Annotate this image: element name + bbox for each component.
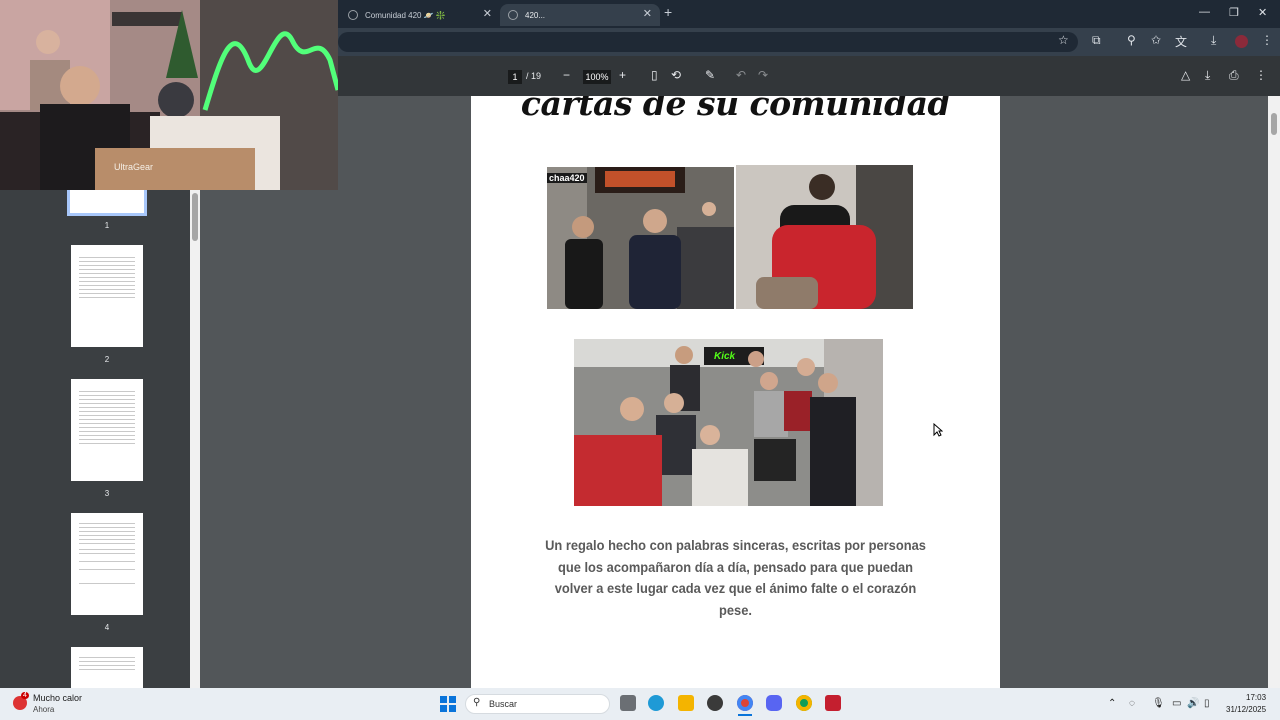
photo-banner-text: Kick [714, 351, 736, 362]
bookmark-star-icon[interactable]: ☆ [1058, 33, 1069, 47]
pdf-download-icon[interactable]: ⤓ [1205, 68, 1210, 83]
tab-420[interactable]: 420... ✕ [500, 4, 660, 26]
chrome-icon[interactable] [737, 695, 753, 711]
file-explorer-icon[interactable] [678, 695, 694, 711]
close-window-button[interactable]: ✕ [1258, 6, 1267, 19]
battery-icon[interactable]: ▯ [1204, 698, 1210, 709]
edge-icon[interactable] [648, 695, 664, 711]
page-total: / 19 [526, 71, 542, 81]
thumbnail-page-4[interactable] [71, 513, 143, 615]
microphone-icon[interactable]: 🎙 [1152, 698, 1165, 709]
discord-icon[interactable] [766, 695, 782, 711]
new-tab-button[interactable]: + [664, 4, 672, 20]
obs-icon[interactable] [707, 695, 723, 711]
address-bar[interactable] [338, 32, 1078, 52]
thumbnail-page-3[interactable] [71, 379, 143, 481]
clock-date[interactable]: 31/12/2025 [1226, 705, 1266, 714]
pdf-page: cartas de su comunidad chaa420 Kick Un r… [471, 96, 1000, 688]
app-icon[interactable] [825, 695, 841, 711]
weather-subtitle: Ahora [33, 705, 55, 714]
taskbar-search-input[interactable] [465, 694, 610, 714]
main-scroll-thumb[interactable] [1271, 113, 1277, 135]
volume-icon[interactable]: 🔊 [1187, 698, 1199, 709]
tab-search-icon[interactable]: ⚲ [1127, 33, 1136, 47]
photo-overlay-text: chaa420 [547, 173, 587, 183]
thumbnail-page-1[interactable] [67, 190, 147, 216]
tab-title: 420... [525, 10, 546, 20]
undo-icon[interactable]: ↶ [736, 68, 746, 82]
task-view-icon[interactable] [620, 695, 636, 711]
photo-group: Kick [574, 339, 883, 506]
weather-badge: 4 [21, 692, 29, 699]
close-tab-icon[interactable]: ✕ [483, 7, 492, 20]
maximize-button[interactable]: ❐ [1229, 6, 1239, 19]
clock-time[interactable]: 17:03 [1246, 693, 1266, 702]
tab-title: Comunidad 420 🪐 ❇️ [365, 10, 446, 20]
main-scrollbar[interactable] [1268, 96, 1280, 688]
active-app-indicator [738, 714, 752, 716]
thumbnail-label: 2 [104, 355, 110, 364]
taskbar-search-placeholder: Buscar [489, 699, 518, 709]
thumbnail-page-5[interactable] [71, 647, 143, 688]
zoom-in-button[interactable]: + [619, 68, 626, 82]
extensions-icon[interactable]: ⧉ [1092, 33, 1101, 48]
mouse-cursor-icon [933, 423, 943, 437]
globe-icon [508, 10, 518, 20]
tab-comunidad[interactable]: Comunidad 420 🪐 ❇️ ✕ [340, 4, 500, 26]
taskbar [0, 688, 1280, 720]
close-tab-icon[interactable]: ✕ [643, 7, 652, 20]
thumbnail-label: 4 [104, 623, 110, 632]
zoom-out-button[interactable]: − [563, 68, 570, 82]
print-icon[interactable]: ⎙ [1229, 68, 1239, 83]
pdf-more-icon[interactable]: ⋮ [1255, 68, 1267, 82]
photo-two-friends: chaa420 [547, 167, 734, 309]
weather-title[interactable]: Mucho calor [33, 693, 82, 703]
globe-icon [348, 10, 358, 20]
webcam-overlay: UltraGear [0, 0, 338, 190]
translate-icon[interactable]: 文 [1175, 33, 1187, 50]
thumbnail-label: 1 [104, 221, 110, 230]
save-to-drive-icon[interactable]: △ [1181, 68, 1190, 82]
tray-app-icon[interactable]: ◌ [1129, 698, 1135, 709]
fit-page-icon[interactable]: ▯ [651, 68, 658, 82]
sidebar-scrollbar[interactable] [190, 190, 200, 688]
favorites-icon[interactable]: ✩ [1151, 33, 1161, 47]
thumbnail-page-2[interactable] [71, 245, 143, 347]
document-heading: cartas de su comunidad [520, 96, 951, 123]
box-brand-text: UltraGear [114, 162, 154, 172]
menu-icon[interactable]: ⋮ [1261, 33, 1273, 47]
search-icon: ⚲ [473, 697, 481, 708]
document-caption: Un regalo hecho con palabras sinceras, e… [545, 537, 926, 618]
photo-hug [736, 165, 913, 309]
rotate-icon[interactable]: ⟲ [671, 68, 681, 82]
redo-icon[interactable]: ↷ [758, 68, 768, 82]
network-icon[interactable]: ▭ [1172, 698, 1181, 709]
sidebar-scroll-thumb[interactable] [192, 193, 198, 241]
page-number-input[interactable]: 1 [508, 70, 522, 84]
chrome-profile-icon[interactable] [796, 695, 812, 711]
download-icon[interactable]: ⤓ [1211, 33, 1216, 48]
windows-start-icon[interactable] [440, 696, 456, 712]
annotate-icon[interactable]: ✎ [705, 68, 715, 82]
tray-overflow-icon[interactable]: ⌃ [1108, 698, 1116, 709]
zoom-input[interactable]: 100% [583, 70, 611, 84]
profile-avatar[interactable] [1235, 35, 1248, 48]
minimize-button[interactable]: — [1199, 6, 1210, 18]
thumbnail-label: 3 [104, 489, 110, 498]
